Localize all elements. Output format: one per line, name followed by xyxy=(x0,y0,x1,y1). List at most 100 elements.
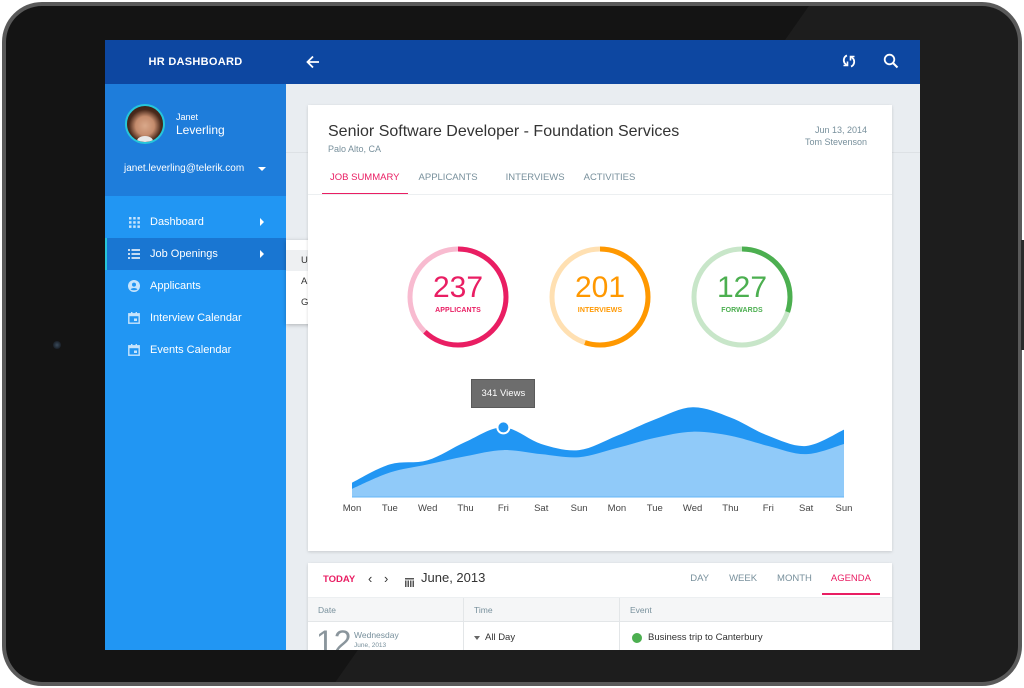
agenda-time-cell: All Day xyxy=(464,622,620,650)
ring-label: FORWARDS xyxy=(721,307,763,314)
sidebar: HR DASHBOARD Janet Leverling janet.lever… xyxy=(105,40,286,650)
x-tick-label: Wed xyxy=(682,503,703,514)
user-profile: Janet Leverling janet.leverling@telerik.… xyxy=(105,84,286,196)
job-summary-card: Senior Software Developer - Foundation S… xyxy=(308,105,892,551)
sidebar-item-job-openings[interactable]: Job Openings xyxy=(105,238,286,270)
column-header-time: Time xyxy=(464,598,620,621)
sidebar-item-label: Job Openings xyxy=(150,248,218,260)
x-tick-label: Fri xyxy=(762,503,774,514)
search-icon[interactable] xyxy=(882,52,900,70)
x-tick-label: Sun xyxy=(570,503,588,514)
sidebar-nav: Dashboard Job Openings Applicants Interv… xyxy=(105,206,286,366)
calendar-view-tabs: DAY WEEK MONTH AGENDA xyxy=(680,563,881,595)
ring-label: APPLICANTS xyxy=(435,307,481,314)
column-header-date: Date xyxy=(308,598,464,621)
account-circle-icon xyxy=(128,280,140,292)
calendar-grid-icon[interactable] xyxy=(405,574,414,587)
x-tick-label: Sat xyxy=(534,503,549,514)
views-chart: 341 Views Mon Tue Wed Thu Fri Sat Sun Mon Tue Wed… xyxy=(308,379,892,535)
column-header-event: Event xyxy=(630,605,652,615)
x-tick-label: Mon xyxy=(607,503,627,514)
x-tick-label: Thu xyxy=(457,503,474,514)
sync-icon[interactable] xyxy=(840,52,858,70)
ring-value: 237 xyxy=(432,271,484,304)
app-title: HR DASHBOARD xyxy=(105,40,286,84)
caret-down-icon[interactable] xyxy=(258,167,266,171)
agenda-time-label: All Day xyxy=(485,632,516,643)
tabs-divider xyxy=(308,194,892,195)
today-button[interactable]: TODAY xyxy=(323,574,355,585)
view-tab-agenda[interactable]: AGENDA xyxy=(821,563,881,595)
job-tabs: JOB SUMMARY APPLICANTS INTERVIEWS ACTIVI… xyxy=(322,165,646,195)
tab-activities[interactable]: ACTIVITIES xyxy=(576,165,644,195)
forwards-ring: 127 FORWARDS xyxy=(690,245,794,349)
views-area-chart xyxy=(352,407,844,498)
agenda-time[interactable]: All Day xyxy=(474,632,515,643)
chart-tooltip: 341 Views xyxy=(471,379,536,409)
caret-right-icon xyxy=(260,218,264,226)
chevron-right-icon[interactable]: › xyxy=(384,571,388,586)
calendar-icon xyxy=(128,344,140,356)
tablet-device: HR DASHBOARD Janet Leverling janet.lever… xyxy=(0,0,1024,688)
view-tab-week[interactable]: WEEK xyxy=(719,563,767,595)
user-last-name: Leverling xyxy=(176,123,225,137)
x-tick-label: Mon xyxy=(342,503,362,514)
applicants-ring: 237 APPLICANTS xyxy=(406,245,510,349)
ring-value: 201 xyxy=(574,271,626,304)
sidebar-item-applicants[interactable]: Applicants xyxy=(105,270,286,302)
user-first-name: Janet xyxy=(176,112,199,122)
sidebar-item-dashboard[interactable]: Dashboard xyxy=(105,206,286,238)
calendar-month-label[interactable]: June, 2013 xyxy=(421,570,485,585)
x-tick-label: Tue xyxy=(646,503,663,514)
list-icon xyxy=(128,248,140,260)
chevron-left-icon[interactable]: ‹ xyxy=(368,571,372,586)
tab-interviews[interactable]: INTERVIEWS xyxy=(498,165,573,195)
tab-job-summary[interactable]: JOB SUMMARY xyxy=(322,165,408,195)
view-tab-day[interactable]: DAY xyxy=(680,563,719,595)
data-point-marker[interactable] xyxy=(496,420,511,435)
sidebar-item-label: Dashboard xyxy=(150,216,204,228)
stats-rings: 237 APPLICANTS 201 INTERVIEWS 127 FORWAR… xyxy=(308,245,892,355)
x-tick-label: Wed xyxy=(418,503,438,514)
agenda-weekday: Wednesday xyxy=(354,630,399,640)
sidebar-item-events-calendar[interactable]: Events Calendar xyxy=(105,334,286,366)
x-tick-label: Fri xyxy=(497,503,509,514)
sidebar-item-label: Applicants xyxy=(150,280,201,292)
tab-applicants[interactable]: APPLICANTS xyxy=(411,165,486,195)
x-tick-label: Tue xyxy=(381,503,398,514)
x-tick-label: Sat xyxy=(799,503,814,514)
job-title: Senior Software Developer - Foundation S… xyxy=(328,123,680,140)
sidebar-item-label: Events Calendar xyxy=(150,344,232,356)
job-owner: Tom Stevenson xyxy=(804,137,867,147)
arrow-left-icon[interactable] xyxy=(304,53,322,71)
agenda-header: Date Time Event xyxy=(308,597,892,622)
caret-right-icon xyxy=(260,250,264,258)
interviews-ring: 201 INTERVIEWS xyxy=(548,245,652,349)
ring-value: 127 xyxy=(716,271,768,304)
agenda-event[interactable]: Business trip to Canterbury xyxy=(632,632,763,643)
user-email[interactable]: janet.leverling@telerik.com xyxy=(124,163,244,174)
x-tick-label: Thu xyxy=(722,503,739,514)
agenda-month-year: June, 2013 xyxy=(354,642,387,649)
sidebar-item-interview-calendar[interactable]: Interview Calendar xyxy=(105,302,286,334)
view-tab-month[interactable]: MONTH xyxy=(767,563,822,595)
agenda-calendar: TODAY ‹ › June, 2013 DAY WEEK MONTH AGEN… xyxy=(308,563,892,650)
agenda-event-title: Business trip to Canterbury xyxy=(648,632,763,643)
app-screen: HR DASHBOARD Janet Leverling janet.lever… xyxy=(105,40,920,650)
avatar[interactable] xyxy=(125,104,165,144)
agenda-day-number: 12 xyxy=(316,624,352,650)
agenda-date-cell: 12 Wednesday June, 2013 xyxy=(308,622,464,650)
camera-icon xyxy=(53,341,61,349)
job-date: Jun 13, 2014 xyxy=(814,125,867,135)
caret-down-icon xyxy=(474,635,480,640)
agenda-event-cell: Business trip to Canterbury xyxy=(620,622,892,650)
sidebar-item-label: Interview Calendar xyxy=(150,312,242,324)
ring-label: INTERVIEWS xyxy=(577,307,623,314)
grid-icon xyxy=(128,216,140,228)
agenda-row[interactable]: 12 Wednesday June, 2013 All Day Business… xyxy=(308,622,892,650)
job-location: Palo Alto, CA xyxy=(328,144,382,154)
calendar-icon xyxy=(128,312,140,324)
x-tick-label: Sun xyxy=(835,503,853,514)
event-color-dot xyxy=(632,632,642,643)
top-bar xyxy=(286,40,920,84)
